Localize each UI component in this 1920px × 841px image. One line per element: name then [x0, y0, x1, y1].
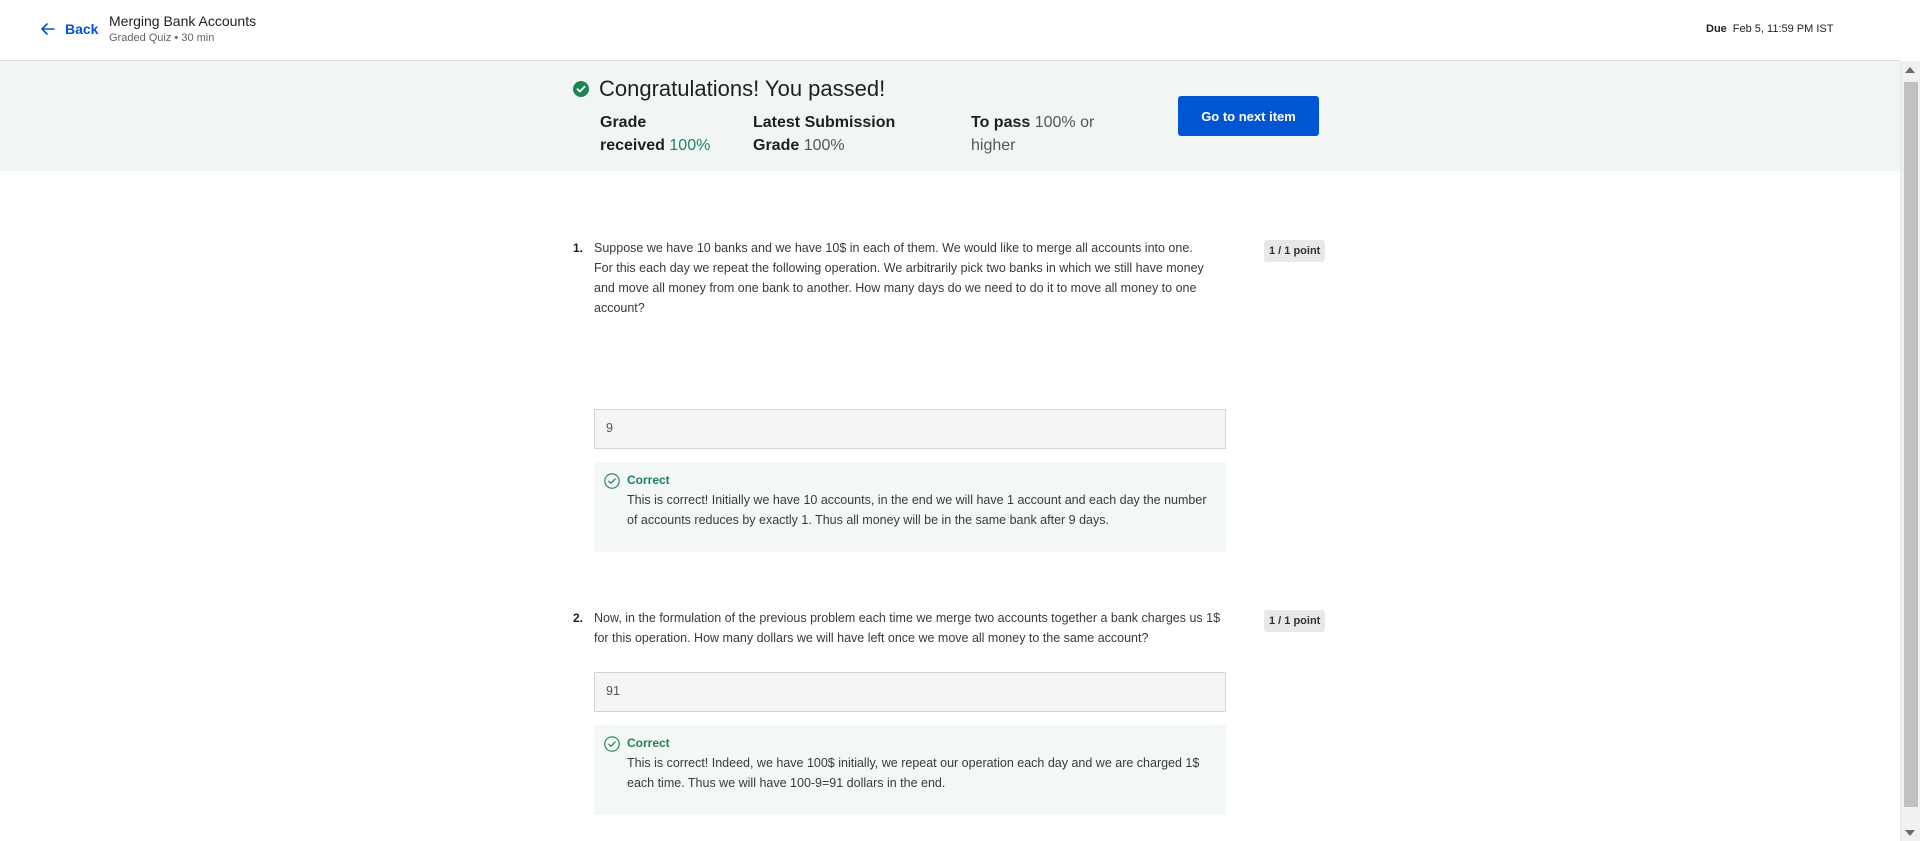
scrollbar-thumb[interactable]: [1904, 82, 1918, 807]
points-badge: 1 / 1 point: [1264, 610, 1326, 632]
check-circle-outline-icon: [604, 736, 620, 752]
question-number: 2.: [573, 611, 584, 625]
question-number: 1.: [573, 241, 584, 255]
feedback-text: This is correct! Indeed, we have 100$ in…: [627, 756, 1200, 790]
quiz-title: Merging Bank Accounts: [109, 13, 257, 29]
feedback-box: Correct This is correct! Initially we ha…: [594, 462, 1226, 552]
grade-received: Grade received 100%: [600, 111, 720, 157]
grade-label-2: received: [600, 137, 665, 154]
due-date: Due Feb 5, 11:59 PM IST: [1706, 23, 1833, 35]
back-button[interactable]: Back: [39, 20, 98, 38]
feedback-text: This is correct! Initially we have 10 ac…: [627, 493, 1207, 527]
grade-value: 100%: [669, 137, 711, 154]
result-banner: [0, 61, 1900, 171]
question-text: Now, in the formulation of the previous …: [594, 611, 1221, 645]
back-label: Back: [65, 21, 99, 37]
pass-value-1: 100% or: [1034, 114, 1095, 131]
latest-label-2: Grade: [753, 137, 800, 154]
feedback-title: Correct: [627, 736, 670, 750]
due-label: Due: [1706, 23, 1727, 35]
feedback-box: Correct This is correct! Indeed, we have…: [594, 725, 1226, 815]
grade-label-1: Grade: [600, 114, 647, 131]
latest-value: 100%: [803, 137, 845, 154]
go-to-next-item-button[interactable]: Go to next item: [1178, 96, 1319, 136]
latest-label-1: Latest Submission: [753, 114, 896, 131]
congrats-text: Congratulations! You passed!: [599, 76, 886, 101]
pass-requirement: To pass 100% or higher: [971, 111, 1111, 157]
due-value: Feb 5, 11:59 PM IST: [1732, 23, 1834, 35]
scroll-up-arrow-icon[interactable]: [1905, 67, 1915, 73]
feedback-title: Correct: [627, 473, 670, 487]
scroll-down-arrow-icon[interactable]: [1905, 830, 1915, 836]
points-badge: 1 / 1 point: [1264, 240, 1326, 262]
check-circle-icon: [573, 81, 589, 97]
pass-value-2: higher: [971, 137, 1016, 154]
latest-submission-grade: Latest Submission Grade 100%: [753, 111, 933, 157]
question-text: Suppose we have 10 banks and we have 10$…: [594, 241, 1204, 315]
page-scrollbar[interactable]: [1900, 61, 1920, 841]
answer-field[interactable]: 91: [594, 672, 1226, 712]
arrow-left-icon: [41, 23, 55, 35]
check-circle-outline-icon: [604, 473, 620, 489]
pass-label: To pass: [971, 114, 1031, 131]
congrats-heading: Congratulations! You passed!: [573, 76, 885, 102]
top-bar: Back Merging Bank Accounts Graded Quiz •…: [0, 0, 1900, 61]
quiz-title-block: Merging Bank Accounts Graded Quiz • 30 m…: [109, 13, 256, 44]
answer-field[interactable]: 9: [594, 409, 1226, 449]
quiz-subtitle: Graded Quiz • 30 min: [109, 32, 215, 44]
